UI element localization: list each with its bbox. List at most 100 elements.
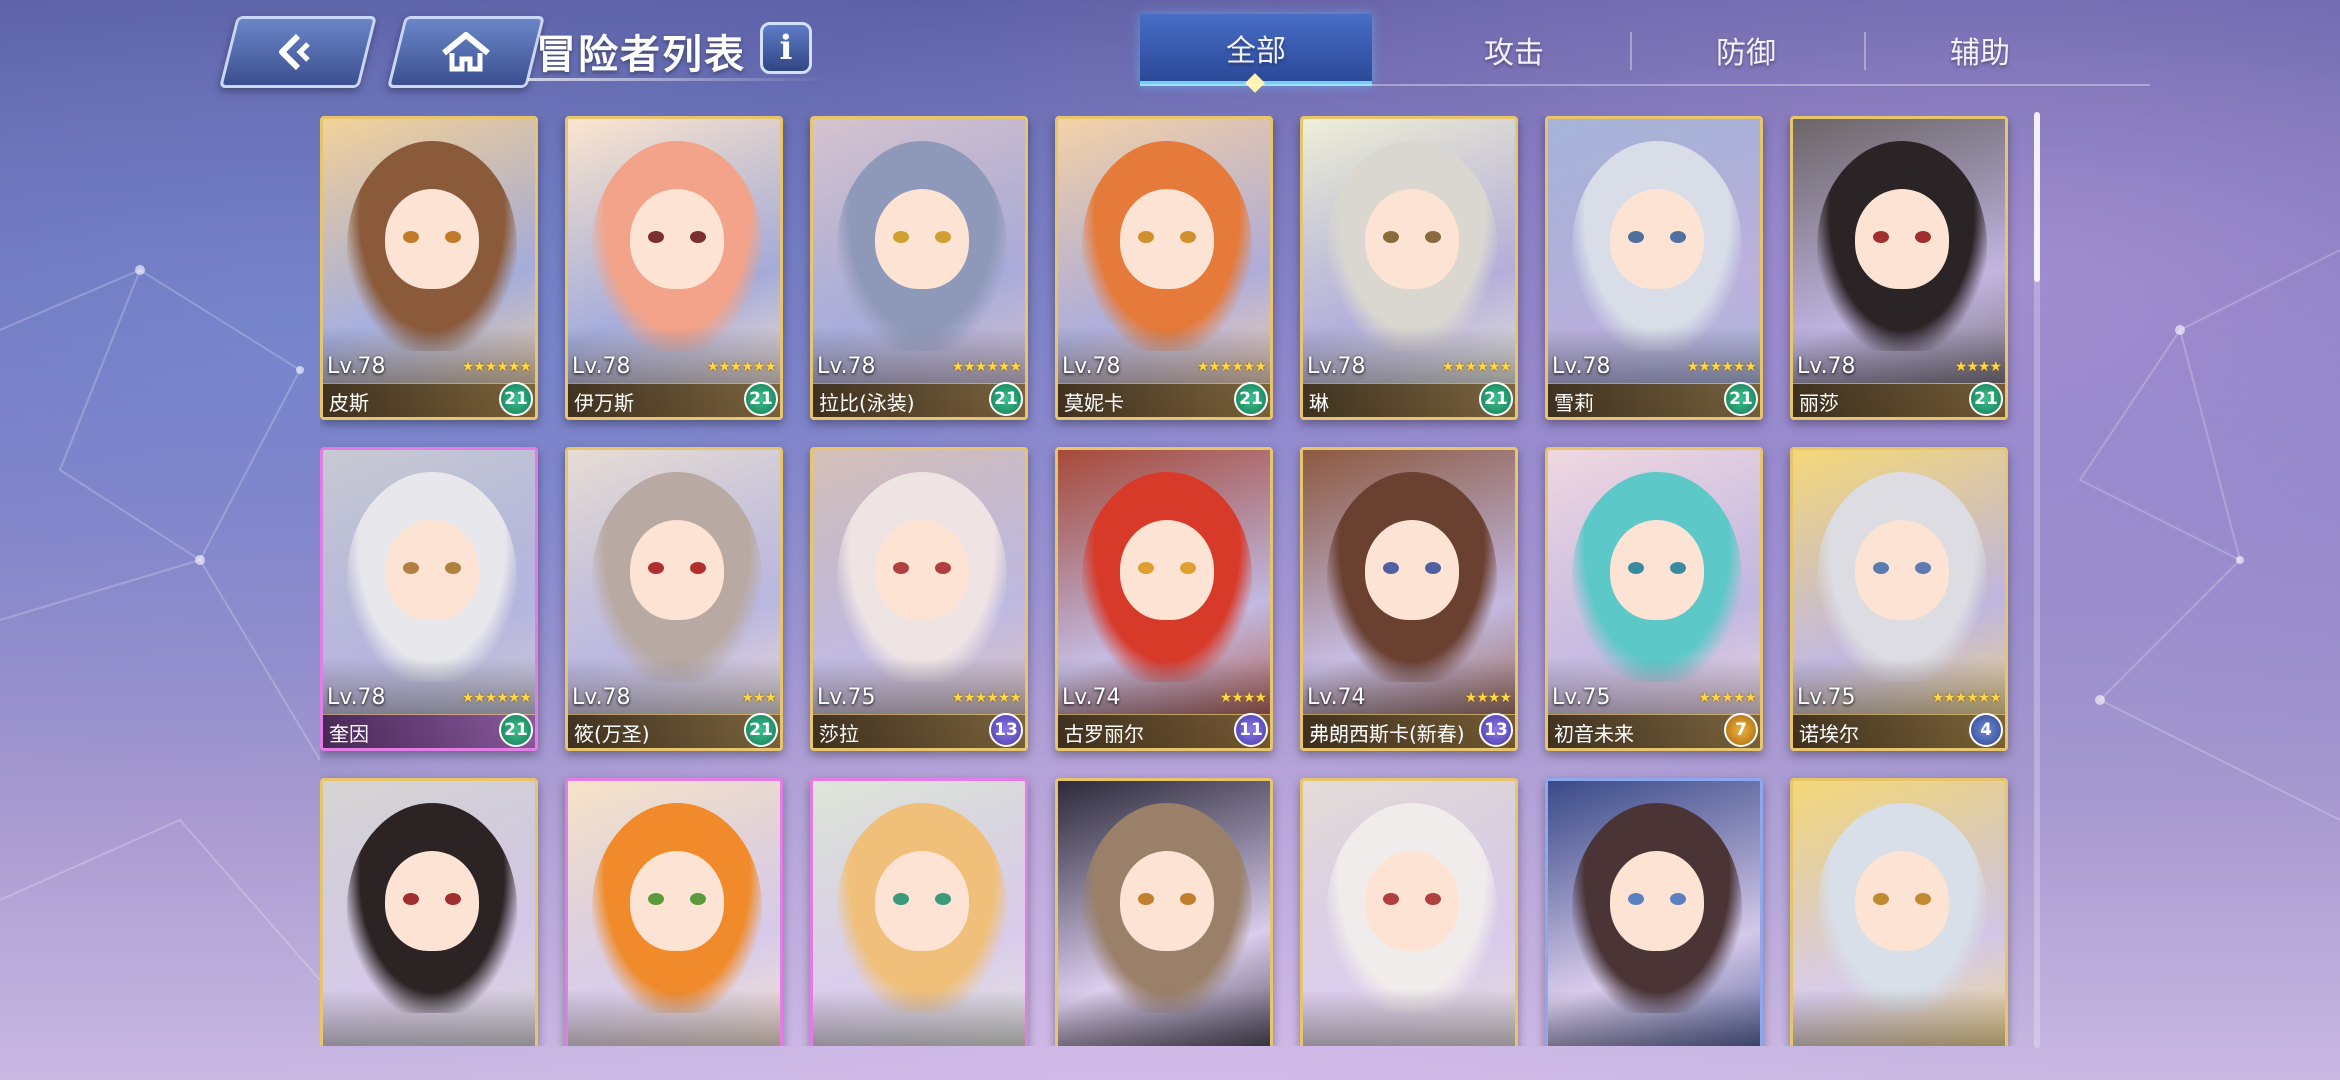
adventurer-card[interactable]: Lv.78 ★★★★★★ 雪莉 21 xyxy=(1545,116,1763,420)
tab-label: 辅助 xyxy=(1950,36,2010,71)
card-name: 皮斯 xyxy=(329,391,369,415)
card-name-bar: 莫妮卡 21 xyxy=(1058,382,1270,417)
adventurer-card[interactable]: Lv.74 ★★★★ 弗朗西斯卡(新春) 13 xyxy=(1300,447,1518,751)
adventurer-card[interactable]: Lv.75 ★★★★★★ 莎拉 13 xyxy=(810,447,1028,751)
card-rank-badge: 4 xyxy=(1969,713,2003,747)
portrait-face xyxy=(385,851,479,951)
card-level: Lv.78 xyxy=(1552,354,1611,379)
card-rank-badge: 13 xyxy=(989,713,1023,747)
portrait-eye xyxy=(1180,893,1196,905)
card-rank-badge: 21 xyxy=(1234,382,1268,416)
tab-attack[interactable]: 攻击 xyxy=(1398,14,1630,86)
adventurer-card[interactable]: Lv.60★★★★★★ xyxy=(1055,778,1273,1046)
tab-label: 攻击 xyxy=(1484,36,1544,71)
adventurer-card[interactable]: Lv.70★★★★★★ xyxy=(565,778,783,1046)
card-name-bar: 伊万斯 21 xyxy=(568,382,780,417)
adventurer-card[interactable]: Lv.74 ★★★★ 古罗丽尔 11 xyxy=(1055,447,1273,751)
card-shade xyxy=(323,989,535,1046)
portrait-face xyxy=(385,189,479,289)
portrait-eye xyxy=(1425,562,1441,574)
card-name: 初音未来 xyxy=(1554,722,1634,746)
portrait-eye xyxy=(1138,893,1154,905)
portrait-face xyxy=(1365,189,1459,289)
card-name: 奎因 xyxy=(329,722,369,746)
card-shade xyxy=(1793,989,2005,1046)
adventurer-card[interactable]: Lv.78 ★★★★★★ 奎因 21 xyxy=(320,447,538,751)
adventurer-card[interactable]: Lv.78 ★★★★★★ 琳 21 xyxy=(1300,116,1518,420)
card-stars: ★★★★★★ xyxy=(461,690,532,706)
portrait-face xyxy=(1120,520,1214,620)
portrait-face xyxy=(1610,520,1704,620)
card-stars: ★★★★ xyxy=(1219,690,1267,706)
adventurer-card[interactable]: Lv.75★★★★★★ xyxy=(810,778,1028,1046)
card-name: 莎拉 xyxy=(819,722,859,746)
adventurer-card[interactable]: Lv.74★★★★ xyxy=(320,778,538,1046)
portrait-eye xyxy=(690,231,706,243)
portrait-eye xyxy=(893,231,909,243)
back-button[interactable] xyxy=(219,16,377,88)
scroll-thumb[interactable] xyxy=(2034,112,2040,282)
adventurer-card[interactable]: Lv.75 ★★★★★★ 诺埃尔 4 xyxy=(1790,447,2008,751)
card-name-bar: 筱(万圣) 21 xyxy=(568,713,780,748)
card-rank-badge: 21 xyxy=(1479,382,1513,416)
portrait-face xyxy=(385,520,479,620)
portrait-eye xyxy=(403,893,419,905)
adventurer-grid: Lv.78 ★★★★★★ 皮斯 21 Lv.78 ★★★★★★ 伊万斯 21 Lv.78 ★★★★… xyxy=(320,116,2020,1046)
adventurer-card[interactable]: Lv.78 ★★★★★★ 伊万斯 21 xyxy=(565,116,783,420)
card-level: Lv.75 xyxy=(817,685,876,710)
adventurer-card[interactable]: Lv.78 ★★★★★★ 拉比(泳装) 21 xyxy=(810,116,1028,420)
adventurer-card[interactable]: Lv.78 ★★★★★★ 莫妮卡 21 xyxy=(1055,116,1273,420)
tab-active-marker xyxy=(1245,73,1265,93)
portrait-eye xyxy=(1138,231,1154,243)
portrait-eye xyxy=(648,231,664,243)
back-arrow-icon xyxy=(279,33,310,71)
portrait-eye xyxy=(1670,231,1686,243)
adventurer-card[interactable]: Lv.27★★★★★★ xyxy=(1790,778,2008,1046)
portrait-eye xyxy=(648,562,664,574)
card-rank-badge: 21 xyxy=(1724,382,1758,416)
adventurer-card[interactable]: Lv.78 ★★★ 筱(万圣) 21 xyxy=(565,447,783,751)
portrait-face xyxy=(630,851,724,951)
card-name: 拉比(泳装) xyxy=(819,391,915,415)
card-level: Lv.78 xyxy=(327,685,386,710)
portrait-eye xyxy=(1138,562,1154,574)
adventurer-card[interactable]: Lv.78 ★★★★ 丽莎 21 xyxy=(1790,116,2008,420)
card-name-bar: 弗朗西斯卡(新春) 13 xyxy=(1303,713,1515,748)
tab-defense[interactable]: 防御 xyxy=(1630,14,1862,86)
card-rank-badge: 21 xyxy=(1969,382,2003,416)
portrait-eye xyxy=(1915,231,1931,243)
portrait-eye xyxy=(893,562,909,574)
portrait-face xyxy=(1120,189,1214,289)
top-bar: 冒险者列表 i 全部 攻击 防御 辅助 xyxy=(0,0,2340,100)
home-button[interactable] xyxy=(387,16,545,88)
adventurer-card[interactable]: Lv.71★★★★★★ xyxy=(1545,778,1763,1046)
card-stars: ★★★★★★ xyxy=(1196,359,1267,375)
portrait-eye xyxy=(1628,893,1644,905)
card-name-bar: 奎因 21 xyxy=(323,713,535,748)
tab-all[interactable]: 全部 xyxy=(1140,14,1372,93)
adventurer-card[interactable]: Lv.74★★★★ xyxy=(1300,778,1518,1046)
portrait-eye xyxy=(1628,562,1644,574)
card-rank-badge: 21 xyxy=(499,713,533,747)
portrait-face xyxy=(1365,520,1459,620)
portrait-eye xyxy=(1180,231,1196,243)
adventurer-card[interactable]: Lv.75 ★★★★★ 初音未来 7 xyxy=(1545,447,1763,751)
card-level: Lv.78 xyxy=(1797,354,1856,379)
portrait-eye xyxy=(1873,562,1889,574)
card-name: 琳 xyxy=(1309,391,1329,415)
portrait-eye xyxy=(403,562,419,574)
portrait-eye xyxy=(935,231,951,243)
adventurer-card[interactable]: Lv.78 ★★★★★★ 皮斯 21 xyxy=(320,116,538,420)
card-stars: ★★★ xyxy=(741,690,777,706)
card-name-bar: 丽莎 21 xyxy=(1793,382,2005,417)
tab-support[interactable]: 辅助 xyxy=(1864,14,2096,86)
card-stars: ★★★★★★ xyxy=(951,359,1022,375)
info-button[interactable]: i xyxy=(760,22,812,74)
portrait-eye xyxy=(1915,893,1931,905)
scrollbar[interactable] xyxy=(2034,112,2040,1048)
card-name-bar: 古罗丽尔 11 xyxy=(1058,713,1270,748)
portrait-eye xyxy=(690,562,706,574)
home-icon xyxy=(442,32,490,72)
portrait-face xyxy=(875,520,969,620)
card-rank-badge: 13 xyxy=(1479,713,1513,747)
